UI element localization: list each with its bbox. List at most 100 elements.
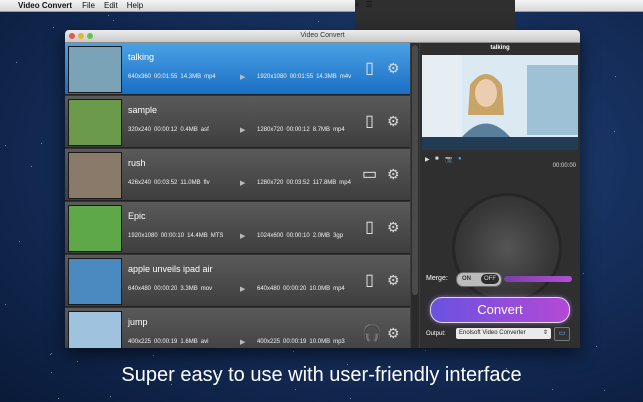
file-row[interactable]: rush 426x240 00:03:52 11.0MB flv ▶ 1280x720 00:… (65, 149, 410, 201)
video-thumbnail (68, 311, 122, 348)
source-resolution: 640x360 (128, 74, 152, 80)
source-duration: 00:00:19 (154, 339, 178, 345)
source-format: MTS (210, 233, 224, 239)
menu-help[interactable]: Help (127, 1, 143, 10)
output-size: 2.0MB (312, 233, 331, 239)
source-resolution: 400x225 (128, 339, 152, 345)
play-icon[interactable]: ▶ (425, 156, 430, 163)
merge-on-label: ON (462, 276, 471, 282)
star (424, 349, 426, 351)
output-duration: 00:01:55 (289, 74, 314, 80)
file-name: Epic (128, 211, 146, 221)
zoom-window-button[interactable] (87, 33, 93, 39)
output-resolution: 640x480 (257, 286, 281, 292)
source-format: mov (200, 286, 213, 292)
timecode: 00:00:00 (552, 163, 576, 169)
gear-icon[interactable]: ⚙ (387, 114, 400, 128)
star (614, 130, 616, 132)
app-menu[interactable]: Video Convert (18, 1, 72, 10)
star (108, 15, 110, 17)
select-chevron-icon: ⇕ (542, 330, 548, 336)
gear-icon[interactable]: ⚙ (387, 326, 400, 340)
source-size: 1.6MB (180, 339, 198, 345)
gear-icon[interactable]: ⚙ (387, 273, 400, 287)
merge-toggle[interactable]: ON OFF (456, 272, 502, 287)
minimize-window-button[interactable] (78, 33, 84, 39)
decorative-bar (504, 276, 572, 282)
star (614, 76, 616, 78)
output-size: 117.8MB (312, 180, 337, 186)
volume-knob-icon[interactable]: ● (458, 156, 462, 162)
convert-button[interactable]: Convert (430, 297, 570, 323)
output-resolution: 1280x720 (257, 180, 284, 186)
tablet-icon[interactable]: ▯ (362, 219, 377, 237)
star (50, 353, 52, 355)
star (603, 389, 605, 391)
source-format: asf (200, 127, 209, 133)
source-size: 3.3MB (180, 286, 198, 292)
output-format: mp3 (333, 339, 345, 345)
star (350, 397, 352, 399)
ipod-icon[interactable]: ▯ (362, 272, 377, 290)
file-name: sample (128, 105, 158, 115)
file-name: rush (128, 158, 146, 168)
star (18, 241, 20, 243)
video-thumbnail (68, 205, 122, 252)
file-row[interactable]: apple unveils ipad air 640x480 00:00:20 3.3… (65, 255, 410, 307)
merge-off-label: OFF (481, 274, 499, 284)
convert-arrow-icon: ▶ (240, 339, 246, 346)
file-row[interactable]: Epic 1920x1080 00:00:10 14.4MB MTS ▶ 1024x600 0… (65, 202, 410, 254)
output-info: 640x480 00:00:20 10.0MB mp4 (257, 286, 348, 292)
merge-label: Merge: (426, 275, 448, 282)
star (153, 355, 155, 357)
file-name: jump (128, 317, 148, 327)
iphone-icon[interactable]: ▯ (362, 113, 377, 131)
app-window: Video Convert talking 640x360 00:01:55 14.3… (65, 30, 580, 348)
source-resolution: 426x240 (128, 180, 152, 186)
source-resolution: 640x480 (128, 286, 152, 292)
menu-edit[interactable]: Edit (104, 1, 118, 10)
file-list: talking 640x360 00:01:55 14.3MB mp4 ▶ 1920x108… (65, 43, 410, 348)
snapshot-camera-icon[interactable]: 📷 (445, 156, 452, 163)
file-row[interactable]: sample 320x240 00:00:12 0.4MB asf ▶ 1280x720 00… (65, 96, 410, 148)
output-resolution: 1280x720 (257, 127, 284, 133)
source-size: 11.0MB (180, 180, 201, 186)
headphones-icon[interactable]: 🎧 (362, 325, 382, 343)
apple-tv-icon[interactable]: ▭ (362, 166, 377, 184)
star (113, 20, 115, 22)
promo-caption: Super easy to use with user-friendly int… (121, 364, 522, 386)
close-window-button[interactable] (69, 33, 75, 39)
star (77, 361, 79, 363)
star (4, 144, 6, 146)
stop-icon[interactable]: ■ (435, 156, 439, 162)
star (30, 165, 32, 167)
file-row[interactable]: talking 640x360 00:01:55 14.3MB mp4 ▶ 1920x108… (65, 43, 410, 95)
star (41, 142, 43, 144)
output-info: 1024x600 00:00:10 2.0MB 3gp (257, 233, 346, 239)
output-format: mp4 (333, 127, 345, 133)
output-folder-select[interactable]: Enolsoft Video Converter ⇕ (456, 328, 551, 339)
video-thumbnail (68, 258, 122, 305)
star (15, 62, 17, 64)
output-format: 3gp (333, 233, 344, 239)
video-preview[interactable] (422, 55, 578, 150)
file-name: talking (128, 52, 155, 62)
video-thumbnail (68, 46, 122, 93)
output-size: 10.0MB (309, 286, 331, 292)
star (293, 350, 295, 352)
source-resolution: 320x240 (128, 127, 152, 133)
source-duration: 00:00:12 (154, 127, 178, 133)
gear-icon[interactable]: ⚙ (387, 61, 400, 75)
gear-icon[interactable]: ⚙ (387, 167, 400, 181)
ipad-icon[interactable]: ▯ (362, 60, 377, 78)
gear-icon[interactable]: ⚙ (387, 220, 400, 234)
video-thumbnail (68, 99, 122, 146)
source-info: 640x360 00:01:55 14.3MB mp4 (128, 74, 219, 80)
output-size: 14.3MB (316, 74, 337, 80)
menu-file[interactable]: File (82, 1, 95, 10)
source-duration: 00:01:55 (154, 74, 178, 80)
file-list-scrollbar[interactable] (411, 43, 419, 348)
open-folder-icon[interactable]: ▭ (554, 327, 570, 341)
output-duration: 00:03:52 (286, 180, 310, 186)
file-row[interactable]: jump 400x225 00:00:19 1.6MB avi ▶ 400x225 00:00… (65, 308, 410, 348)
